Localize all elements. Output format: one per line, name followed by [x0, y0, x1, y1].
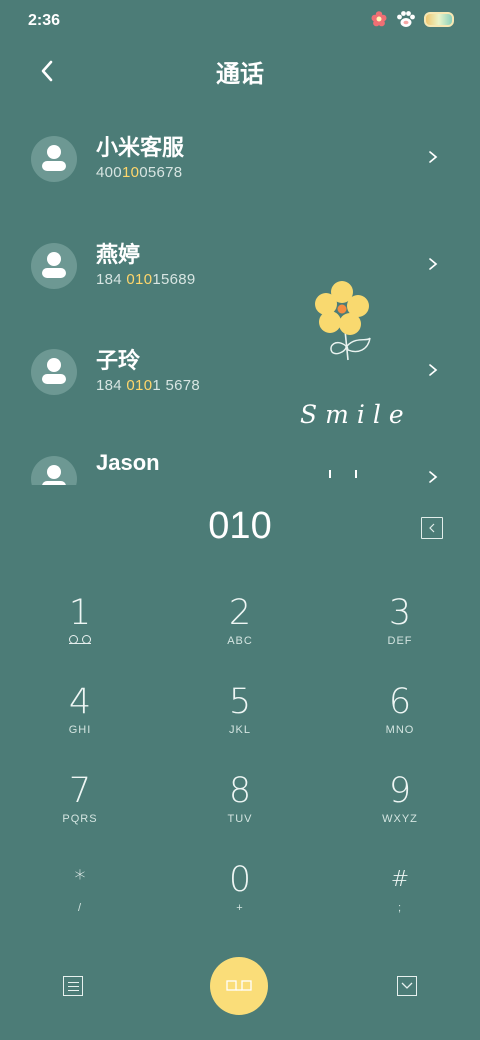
paw-icon: [397, 11, 415, 27]
backspace-icon: [429, 523, 435, 533]
voicemail-icon: [69, 635, 91, 644]
contact-row[interactable]: 燕婷 184 01015689: [0, 217, 480, 307]
flower-decoration: [315, 281, 371, 361]
avatar: [31, 243, 77, 289]
dial-call-icon: [226, 980, 252, 991]
status-icons: [370, 10, 454, 28]
key-3[interactable]: 3 DEF: [320, 585, 480, 674]
menu-icon: [67, 981, 79, 983]
key-1[interactable]: 1: [0, 585, 160, 674]
dialed-number: 010: [208, 505, 272, 547]
collapse-button[interactable]: [397, 976, 417, 996]
key-6[interactable]: 6 MNO: [320, 674, 480, 763]
contact-name: 子玲: [96, 348, 141, 373]
contact-name: 燕婷: [96, 242, 141, 267]
contact-number: 184 0101 5678: [96, 377, 201, 394]
key-hash[interactable]: #;: [320, 852, 480, 940]
key-7[interactable]: 7 PQRS: [0, 763, 160, 852]
smile-decoration-text: Smile: [300, 400, 412, 429]
contact-row[interactable]: Jason: [0, 430, 480, 485]
key-2[interactable]: 2 ABC: [160, 585, 320, 674]
avatar: [31, 349, 77, 395]
header: 通话: [0, 48, 480, 92]
key-9[interactable]: 9 WXYZ: [320, 763, 480, 852]
contact-number: 4001005678: [96, 164, 183, 181]
avatar: [31, 456, 77, 485]
page-title: 通话: [216, 61, 264, 88]
contact-name: 小米客服: [96, 135, 185, 160]
bottom-bar: [0, 950, 480, 1030]
chevron-right-icon: [429, 471, 438, 483]
contact-number: 184 01015689: [96, 271, 196, 288]
key-4[interactable]: 4 GHI: [0, 674, 160, 763]
call-button[interactable]: [210, 957, 268, 1015]
delete-button[interactable]: [421, 517, 443, 539]
key-star[interactable]: * /: [0, 852, 160, 940]
collapse-icon: [401, 982, 413, 989]
key-8[interactable]: 8 TUV: [160, 763, 320, 852]
key-5[interactable]: 5 JKL: [160, 674, 320, 763]
contact-list: 小米客服 4001005678 燕婷 184 01015689 子玲 184 0…: [0, 110, 480, 485]
status-bar: 2:36: [0, 0, 480, 42]
chevron-right-icon: [429, 151, 438, 163]
keypad: 1 2 ABC 3 DEF 4 GHI 5 JKL 6 MNO 7 PQRS 8 TUV 9W…: [0, 585, 480, 940]
chevron-right-icon: [429, 364, 438, 376]
chevron-right-icon: [429, 258, 438, 270]
flower-icon: [371, 11, 387, 27]
decoration-marks: [329, 470, 357, 478]
key-0[interactable]: 0 +: [160, 852, 320, 940]
status-time: 2:36: [28, 12, 61, 29]
battery-icon: [424, 11, 454, 27]
avatar: [31, 136, 77, 182]
contact-name: Jason: [96, 450, 160, 475]
contact-row[interactable]: 小米客服 4001005678: [0, 110, 480, 200]
menu-button[interactable]: [63, 976, 83, 996]
